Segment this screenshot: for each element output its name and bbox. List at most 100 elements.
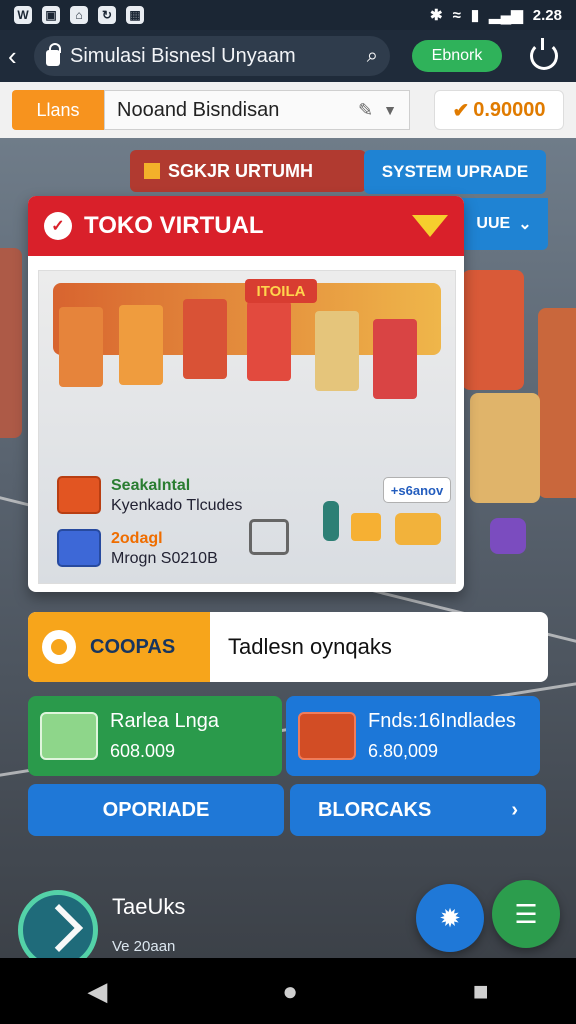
edit-icon: ✎: [358, 99, 374, 120]
promo-badge: +s6anov: [383, 477, 451, 503]
top-toolbar: Llans Nooand Bisndisan ✎ ▼ ✔ 0.90000: [0, 82, 576, 138]
status-right-icons: ✱ ≈ ▮ ▂▄▆ 2.28: [430, 6, 562, 25]
signal-icon: ▂▄▆: [489, 7, 523, 24]
coopas-bar[interactable]: COOPAS Tadlesn oynqaks: [28, 612, 548, 682]
store-card: ✓ TOKO VIRTUAL ITOILA Seakalntal Kyenkad…: [28, 196, 464, 592]
stat-left-text: Rarlea Lnga 608.009: [110, 710, 219, 762]
settings-fab[interactable]: ✹: [416, 884, 484, 952]
grid-icon: ▦: [126, 6, 144, 24]
chevron-right-icon: ›: [511, 798, 518, 821]
coopas-tab[interactable]: COOPAS: [28, 612, 210, 682]
chevron-down-icon: ▼: [383, 102, 397, 118]
gear-icon: [42, 630, 76, 664]
preview-shelf: [59, 307, 103, 387]
tab-llans[interactable]: Llans: [12, 90, 104, 130]
page-title: Simulasi Bisnesl Unyaam: [70, 44, 296, 67]
business-select-value: Nooand Bisndisan: [117, 98, 280, 121]
cart-yellow-icon: [395, 513, 441, 545]
info-sub-1: Kyenkado Tlcudes: [111, 497, 243, 514]
status-left-icons: W ▣ ⌂ ↻ ▦: [14, 6, 144, 24]
info-sub-2: Mrogn S0210B: [111, 550, 218, 567]
preview-shelf: [315, 311, 359, 391]
power-icon[interactable]: [530, 38, 558, 70]
balance-value: 0.90000: [473, 98, 546, 121]
cart-icon: [249, 519, 289, 555]
warning-triangle-icon: [412, 215, 448, 237]
check-icon: ✔: [452, 99, 470, 122]
battery-icon: ▮: [470, 7, 480, 24]
stat-right-title: Fnds:16Indlades: [368, 710, 516, 732]
crate-icon: [351, 513, 381, 541]
upgrade-button[interactable]: OPORIADE: [28, 784, 284, 836]
check-icon: ✓: [44, 212, 72, 240]
avatar[interactable]: [18, 890, 98, 958]
profile-text: TaeUks Ve 20aan: [112, 890, 185, 955]
business-select[interactable]: Nooand Bisndisan ✎ ▼: [104, 90, 410, 130]
background-shelf: [0, 248, 22, 438]
store-sign: ITOILA: [245, 279, 317, 303]
info-block-1: Seakalntal Kyenkado Tlcudes: [57, 476, 247, 516]
box-icon: [57, 476, 101, 514]
profile-block: TaeUks Ve 20aan: [18, 890, 185, 958]
coopas-description: Tadlesn oynqaks: [228, 634, 392, 659]
system-upgrade-button[interactable]: SYSTEM UPRADE: [364, 150, 546, 194]
crate-red-icon: [298, 712, 356, 760]
info-head-2: 2odagl: [111, 530, 163, 547]
card-title: TOKO VIRTUAL: [84, 212, 264, 239]
chat-icon: ⌂: [70, 6, 88, 24]
stat-card-right[interactable]: Fnds:16Indlades 6.80,009: [286, 696, 540, 776]
url-pill[interactable]: Simulasi Bisnesl Unyaam ⌕: [34, 36, 390, 76]
blocks-label: BLORCAKS: [317, 798, 432, 821]
time: 2.28: [532, 6, 562, 24]
status-bar: W ▣ ⌂ ↻ ▦ ✱ ≈ ▮ ▂▄▆ 2.28: [0, 0, 576, 30]
side-dropdown-label: UUE: [476, 215, 511, 232]
worker-figure: [323, 501, 339, 541]
side-dropdown-button[interactable]: UUE ⌄: [460, 198, 548, 250]
image-icon: ▣: [42, 6, 60, 24]
home-nav-icon[interactable]: ●: [282, 976, 298, 1007]
search-icon[interactable]: ⌕: [367, 45, 378, 68]
card-header: ✓ TOKO VIRTUAL: [28, 196, 464, 256]
preview-shelf: [247, 301, 291, 381]
lock-icon: [46, 43, 61, 66]
store-preview: ITOILA Seakalntal Kyenkado Tlcudes 2odag…: [38, 270, 456, 584]
recent-nav-icon[interactable]: ■: [473, 976, 489, 1007]
gear-icon: ✹: [439, 902, 461, 933]
profile-subtitle: Ve 20aan: [112, 938, 176, 955]
wifi-icon: ≈: [452, 6, 461, 24]
whatsapp-icon: W: [14, 6, 32, 24]
blocks-button[interactable]: BLORCAKS ›: [290, 784, 546, 836]
info-text-1: Seakalntal Kyenkado Tlcudes: [111, 476, 242, 516]
balance-display: ✔ 0.90000: [434, 90, 564, 130]
android-navbar: ◀ ● ■: [0, 958, 576, 1024]
info-head-1: Seakalntal: [111, 477, 191, 494]
chevron-down-icon: ⌄: [518, 216, 532, 233]
stat-left-value: 608.009: [110, 741, 176, 761]
list-icon: ☰: [514, 898, 538, 929]
basket-icon: [40, 712, 98, 760]
browser-action-button[interactable]: Ebnork: [412, 40, 502, 72]
background-shelf: [538, 308, 576, 498]
background-shelf: [490, 518, 526, 554]
stat-right-text: Fnds:16Indlades 6.80,009: [368, 710, 516, 762]
info-block-2: 2odagl Mrogn S0210B: [57, 529, 247, 569]
bluetooth-icon: ✱: [430, 7, 443, 24]
store-icon: [144, 163, 160, 179]
stat-card-left[interactable]: Rarlea Lnga 608.009: [28, 696, 282, 776]
list-fab[interactable]: ☰: [492, 880, 560, 948]
profile-title: TaeUks: [112, 894, 186, 919]
back-nav-icon[interactable]: ◀: [87, 976, 107, 1007]
back-icon[interactable]: ‹: [8, 41, 26, 72]
browser-url-bar: ‹ Simulasi Bisnesl Unyaam ⌕ Ebnork: [0, 30, 576, 82]
store-banner: SGKJR URTUMH: [130, 150, 366, 192]
stat-left-title: Rarlea Lnga: [110, 710, 219, 732]
background-shelf: [470, 393, 540, 503]
stat-right-value: 6.80,009: [368, 741, 439, 761]
coopas-label: COOPAS: [90, 635, 176, 658]
book-icon: [57, 529, 101, 567]
preview-shelf: [373, 319, 417, 399]
info-text-2: 2odagl Mrogn S0210B: [111, 529, 218, 569]
preview-shelf: [119, 305, 163, 385]
store-banner-label: SGKJR URTUMH: [168, 160, 314, 181]
game-view: SGKJR URTUMH SYSTEM UPRADE UUE ⌄ ✓ TOKO …: [0, 138, 576, 958]
